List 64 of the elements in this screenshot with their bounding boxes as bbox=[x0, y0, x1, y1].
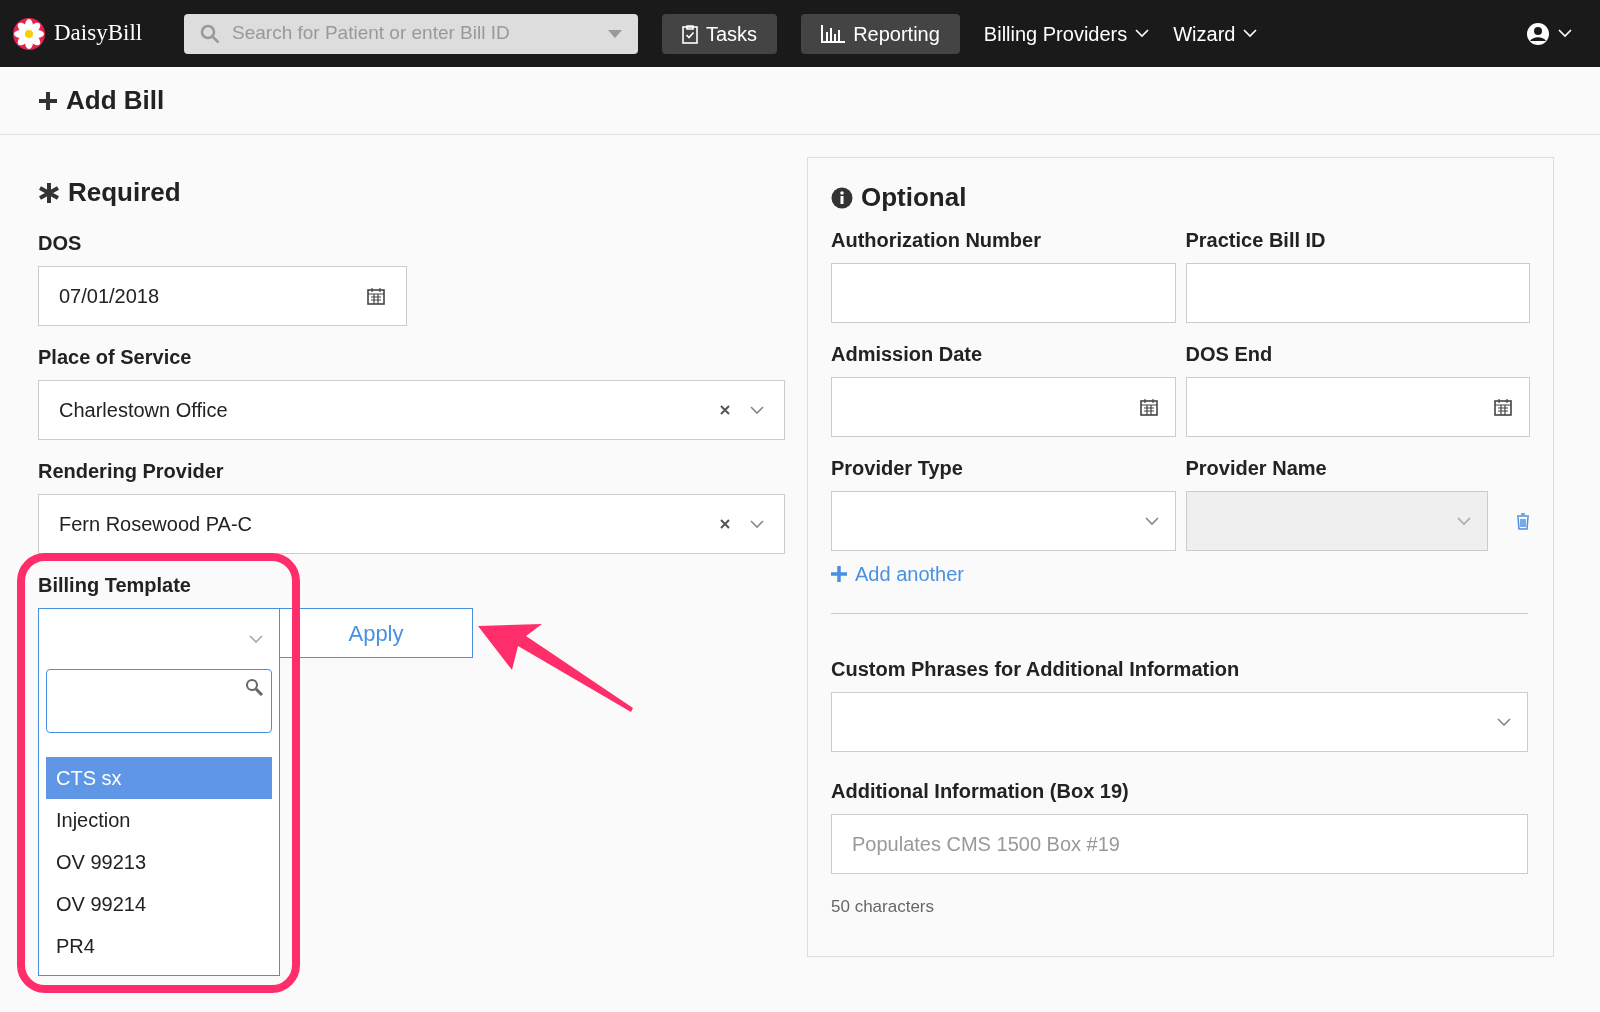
bar-chart-icon bbox=[821, 24, 846, 43]
calendar-icon bbox=[1138, 397, 1159, 417]
field-label: DOS End bbox=[1185, 342, 1274, 367]
date-field[interactable] bbox=[1185, 377, 1530, 437]
nav-menu[interactable]: Billing Providers bbox=[983, 18, 1150, 49]
text-field[interactable]: Populates CMS 1500 Box #19 bbox=[831, 814, 1528, 874]
select-field[interactable] bbox=[831, 692, 1528, 752]
trash-icon[interactable] bbox=[1516, 512, 1530, 530]
info-icon bbox=[831, 186, 853, 209]
search-field[interactable]: Search for Patient or enter Bill ID bbox=[232, 19, 596, 48]
clipboard-icon bbox=[682, 23, 698, 44]
chevron-down-icon bbox=[1243, 29, 1258, 38]
calendar-icon bbox=[366, 286, 386, 306]
field-label: Admission Date bbox=[831, 342, 984, 367]
field-label: Practice Bill ID bbox=[1185, 228, 1327, 253]
field-label: Billing Template bbox=[38, 573, 192, 598]
character-limit-hint: 50 characters bbox=[831, 896, 935, 918]
page-title: Add Bill bbox=[66, 84, 165, 117]
select-field[interactable]: Charlestown Office bbox=[38, 380, 785, 440]
reporting-button[interactable]: Reporting bbox=[801, 13, 960, 54]
daisy-logo-icon bbox=[12, 16, 46, 51]
caret-icon bbox=[608, 29, 622, 38]
nav-menu[interactable]: Wizard bbox=[1173, 18, 1258, 49]
chevron-down-icon bbox=[1144, 516, 1159, 526]
dropdown-option[interactable]: OV 99214 bbox=[46, 883, 272, 925]
chevron-down-icon bbox=[750, 519, 764, 529]
logo-text[interactable]: DaisyBill bbox=[54, 16, 143, 51]
field-label: Provider Name bbox=[1185, 456, 1328, 481]
dropdown-option[interactable]: PR4 bbox=[46, 925, 272, 967]
field-label: Provider Type bbox=[831, 456, 964, 481]
clear-icon[interactable] bbox=[720, 405, 730, 415]
field-label: Custom Phrases for Additional Information bbox=[831, 657, 1241, 682]
select-field[interactable]: Fern Rosewood PA-C bbox=[38, 494, 785, 554]
section-title: Required bbox=[68, 176, 181, 209]
asterisk-icon bbox=[38, 181, 60, 204]
field-label: Authorization Number bbox=[831, 228, 1042, 253]
field-label: Place of Service bbox=[38, 345, 193, 370]
plus-icon bbox=[831, 566, 847, 582]
dropdown-option[interactable]: Injection bbox=[46, 799, 272, 841]
plus-icon bbox=[38, 90, 58, 111]
field-label: Additional Information (Box 19) bbox=[831, 779, 1130, 804]
search-icon bbox=[245, 678, 263, 696]
chevron-down-icon bbox=[1457, 516, 1471, 526]
calendar-icon bbox=[1493, 397, 1513, 417]
field-label: DOS bbox=[38, 231, 83, 256]
chevron-down-icon bbox=[1497, 717, 1511, 727]
date-field[interactable]: 07/01/2018 bbox=[38, 266, 407, 326]
chevron-down-icon bbox=[249, 634, 263, 644]
chevron-down-icon bbox=[1558, 29, 1572, 38]
search-icon bbox=[200, 23, 220, 44]
tasks-button[interactable]: Tasks bbox=[662, 13, 778, 54]
clear-icon[interactable] bbox=[720, 519, 730, 529]
chevron-down-icon bbox=[1135, 29, 1150, 38]
text-field[interactable] bbox=[831, 263, 1176, 323]
text-field[interactable] bbox=[1185, 263, 1530, 323]
dropdown-search-field[interactable] bbox=[46, 669, 272, 733]
search-bar[interactable]: Search for Patient or enter Bill ID bbox=[184, 13, 638, 54]
user-avatar-icon[interactable] bbox=[1526, 21, 1550, 46]
select-field[interactable] bbox=[831, 491, 1176, 551]
chevron-down-icon bbox=[750, 405, 764, 415]
field-label: Rendering Provider bbox=[38, 459, 225, 484]
section-title: Optional bbox=[861, 181, 967, 214]
date-field[interactable] bbox=[831, 377, 1176, 437]
dropdown-option[interactable]: OV 99213 bbox=[46, 841, 272, 883]
